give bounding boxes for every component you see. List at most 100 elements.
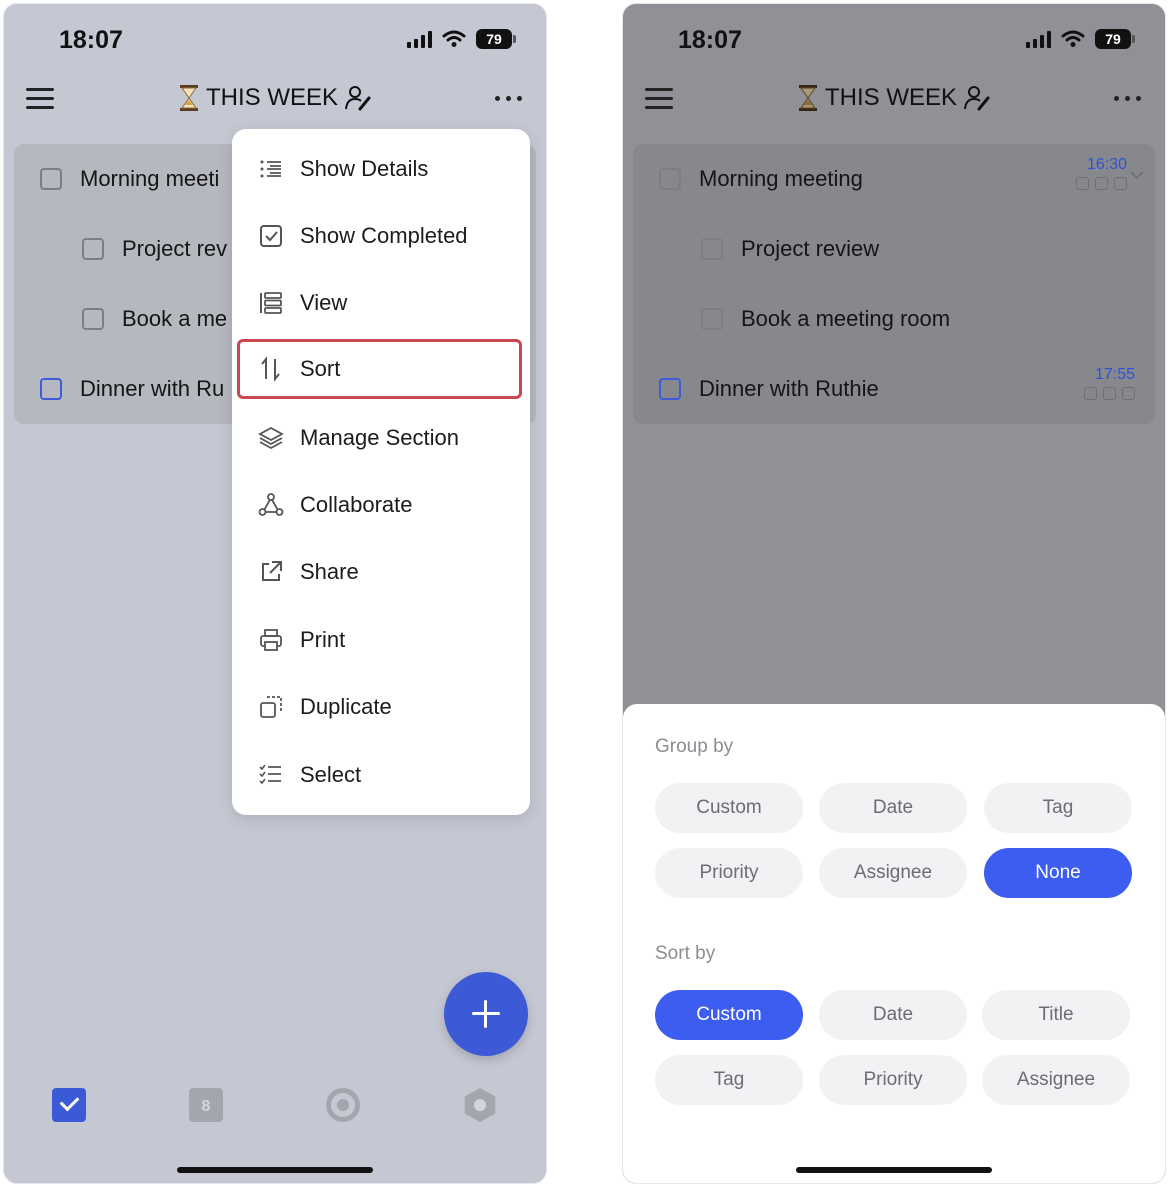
more-options-icon[interactable] bbox=[1114, 96, 1141, 101]
task-checkbox[interactable] bbox=[40, 378, 62, 400]
subtask-row[interactable]: Book a meeting room bbox=[633, 284, 1155, 354]
top-bar: THIS WEEK bbox=[4, 78, 546, 124]
view-icon bbox=[260, 292, 282, 314]
group-by-custom-chip[interactable]: Custom bbox=[655, 783, 803, 833]
task-checkbox[interactable] bbox=[659, 168, 681, 190]
battery-icon: 79 bbox=[1095, 29, 1135, 49]
task-time: 17:55 bbox=[1094, 366, 1135, 383]
task-title: Book a me bbox=[122, 306, 228, 331]
menu-item-share[interactable]: Share bbox=[232, 542, 530, 602]
status-bar: 18:07 79 bbox=[4, 4, 546, 74]
layers-icon bbox=[258, 426, 284, 450]
task-checkbox[interactable] bbox=[701, 238, 723, 260]
menu-item-label: Show Details bbox=[300, 156, 429, 181]
tab-bar: 8 bbox=[4, 1084, 546, 1134]
status-icons: 79 bbox=[407, 29, 516, 49]
menu-item-label: View bbox=[300, 290, 348, 315]
menu-item-select[interactable]: Select bbox=[232, 745, 530, 805]
task-checkbox[interactable] bbox=[82, 308, 104, 330]
group-by-assignee-chip[interactable]: Assignee bbox=[819, 848, 967, 898]
page-title[interactable]: THIS WEEK bbox=[4, 84, 546, 112]
task-meta-icons bbox=[1076, 177, 1127, 190]
task-title: Morning meeting bbox=[699, 166, 863, 191]
task-checkbox[interactable] bbox=[40, 168, 62, 190]
subtask-row[interactable]: Project review bbox=[633, 214, 1155, 284]
menu-item-view[interactable]: View bbox=[232, 273, 530, 333]
subtask-icon bbox=[1076, 177, 1089, 190]
note-icon bbox=[1084, 387, 1097, 400]
page-title-text: THIS WEEK bbox=[824, 84, 957, 111]
menu-item-label: Manage Section bbox=[300, 425, 459, 450]
sort-by-custom-chip[interactable]: Custom bbox=[655, 990, 803, 1040]
group-by-none-chip[interactable]: None bbox=[984, 848, 1132, 898]
group-by-date-chip[interactable]: Date bbox=[819, 783, 967, 833]
focus-tab-icon[interactable] bbox=[326, 1088, 360, 1122]
sort-icon bbox=[261, 356, 280, 382]
group-by-tag-chip[interactable]: Tag bbox=[984, 783, 1132, 833]
menu-item-print[interactable]: Print bbox=[232, 610, 530, 670]
menu-item-label: Collaborate bbox=[300, 492, 413, 517]
task-meta: 17:55 bbox=[1084, 366, 1135, 400]
page-title-text: THIS WEEK bbox=[205, 84, 338, 111]
sort-by-tag-chip[interactable]: Tag bbox=[655, 1055, 803, 1105]
sort-by-priority-chip[interactable]: Priority bbox=[819, 1055, 967, 1105]
phone-screen-left: 18:07 79 THIS WEEK Morning meeti Project… bbox=[3, 3, 547, 1184]
tasks-tab-icon[interactable] bbox=[52, 1088, 86, 1122]
hourglass-icon bbox=[798, 85, 817, 111]
menu-item-label: Duplicate bbox=[300, 694, 392, 719]
sort-by-date-chip[interactable]: Date bbox=[819, 990, 967, 1040]
menu-item-show-completed[interactable]: Show Completed bbox=[232, 206, 530, 266]
task-checkbox[interactable] bbox=[659, 378, 681, 400]
task-row[interactable]: Dinner with Ruthie 17:55 bbox=[633, 354, 1155, 424]
task-title: Dinner with Ru bbox=[80, 376, 225, 401]
home-indicator bbox=[796, 1167, 992, 1173]
task-meta-icons bbox=[1084, 387, 1135, 400]
sort-by-heading: Sort by bbox=[655, 943, 716, 964]
task-checkbox[interactable] bbox=[701, 308, 723, 330]
phone-screen-right: 18:07 79 THIS WEEK Morning meeting 16:30 bbox=[622, 3, 1166, 1184]
reminder-icon bbox=[1103, 387, 1116, 400]
menu-item-sort[interactable]: Sort bbox=[237, 339, 522, 399]
menu-item-manage-section[interactable]: Manage Section bbox=[232, 408, 530, 468]
more-options-menu: Show Details Show Completed View Sort Ma… bbox=[232, 129, 530, 815]
task-title: Project rev bbox=[122, 236, 228, 261]
status-time: 18:07 bbox=[59, 26, 123, 54]
battery-icon: 79 bbox=[476, 29, 516, 49]
task-title: Book a meeting room bbox=[741, 306, 951, 331]
settings-tab-icon[interactable] bbox=[464, 1088, 496, 1122]
check-square-icon bbox=[260, 225, 282, 247]
top-bar: THIS WEEK bbox=[623, 78, 1165, 124]
reminder-icon bbox=[1095, 177, 1108, 190]
wifi-icon bbox=[442, 30, 466, 47]
signal-icon bbox=[1026, 30, 1051, 48]
chevron-down-icon[interactable] bbox=[1129, 170, 1145, 180]
task-title: Project review bbox=[741, 236, 880, 261]
menu-item-duplicate[interactable]: Duplicate bbox=[232, 677, 530, 737]
sort-by-assignee-chip[interactable]: Assignee bbox=[982, 1055, 1130, 1105]
collaborate-icon bbox=[258, 493, 284, 516]
sort-by-title-chip[interactable]: Title bbox=[982, 990, 1130, 1040]
task-checkbox[interactable] bbox=[82, 238, 104, 260]
task-row[interactable]: Morning meeting 16:30 bbox=[633, 144, 1155, 214]
menu-item-label: Print bbox=[300, 627, 346, 652]
signal-icon bbox=[407, 30, 432, 48]
menu-item-label: Sort bbox=[300, 356, 341, 381]
hourglass-icon bbox=[179, 85, 198, 111]
share-icon bbox=[262, 561, 282, 581]
status-time: 18:07 bbox=[678, 26, 742, 54]
menu-item-show-details[interactable]: Show Details bbox=[232, 139, 530, 199]
calendar-tab-icon[interactable]: 8 bbox=[189, 1088, 223, 1122]
sort-options-sheet: Group by Custom Date Tag Priority Assign… bbox=[623, 704, 1165, 1183]
page-title[interactable]: THIS WEEK bbox=[623, 84, 1165, 112]
repeat-icon bbox=[1122, 387, 1135, 400]
add-task-button[interactable] bbox=[444, 972, 528, 1056]
group-by-heading: Group by bbox=[655, 736, 734, 757]
wifi-icon bbox=[1061, 30, 1085, 47]
repeat-icon bbox=[1114, 177, 1127, 190]
task-title: Dinner with Ruthie bbox=[699, 376, 879, 401]
more-options-icon[interactable] bbox=[495, 96, 522, 101]
menu-item-label: Show Completed bbox=[300, 223, 468, 248]
task-time: 16:30 bbox=[1086, 156, 1127, 173]
menu-item-collaborate[interactable]: Collaborate bbox=[232, 475, 530, 535]
group-by-priority-chip[interactable]: Priority bbox=[655, 848, 803, 898]
